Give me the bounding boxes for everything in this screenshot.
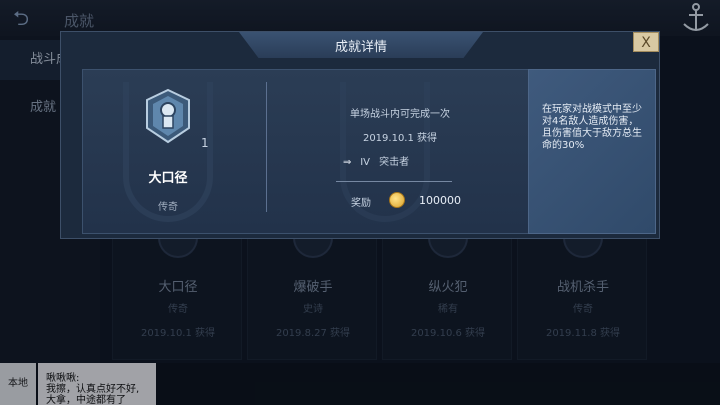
detail-panel: 1 大口径 传奇 单场战斗内可完成一次 2019.10.1 获得 ⇒ IV 突击… [82,69,530,234]
achievement-rank: 传奇 [158,202,178,213]
tier-row: ⇒ IV 突击者 [343,153,409,168]
tier-name: 突击者 [379,157,410,168]
dialog-title: 成就详情 [334,40,387,55]
achievement-description: 在玩家对战模式中至少对4名敌人造成伤害，且伤害值大于敌方总生命的30% [542,104,642,151]
reward-label: 奖励 [351,198,371,209]
divider [266,82,267,212]
achievement-name: 大口径 [148,171,188,186]
tier-level: IV [360,157,370,168]
divider [336,181,452,182]
reward-value: 100000 [419,194,461,207]
cannon-badge-icon [146,88,190,144]
achievement-condition: 单场战斗内可完成一次 [350,109,450,120]
close-button[interactable]: X [633,32,659,52]
coin-icon [389,192,405,208]
achievement-detail-dialog: 成就详情 X 1 大口径 传奇 单场战斗内可完成一次 2019.10.1 获得 … [60,31,660,239]
achievement-date: 2019.10.1 获得 [362,133,438,144]
tier-arrow-icon: ⇒ [343,157,352,168]
badge-count: 1 [201,136,209,150]
